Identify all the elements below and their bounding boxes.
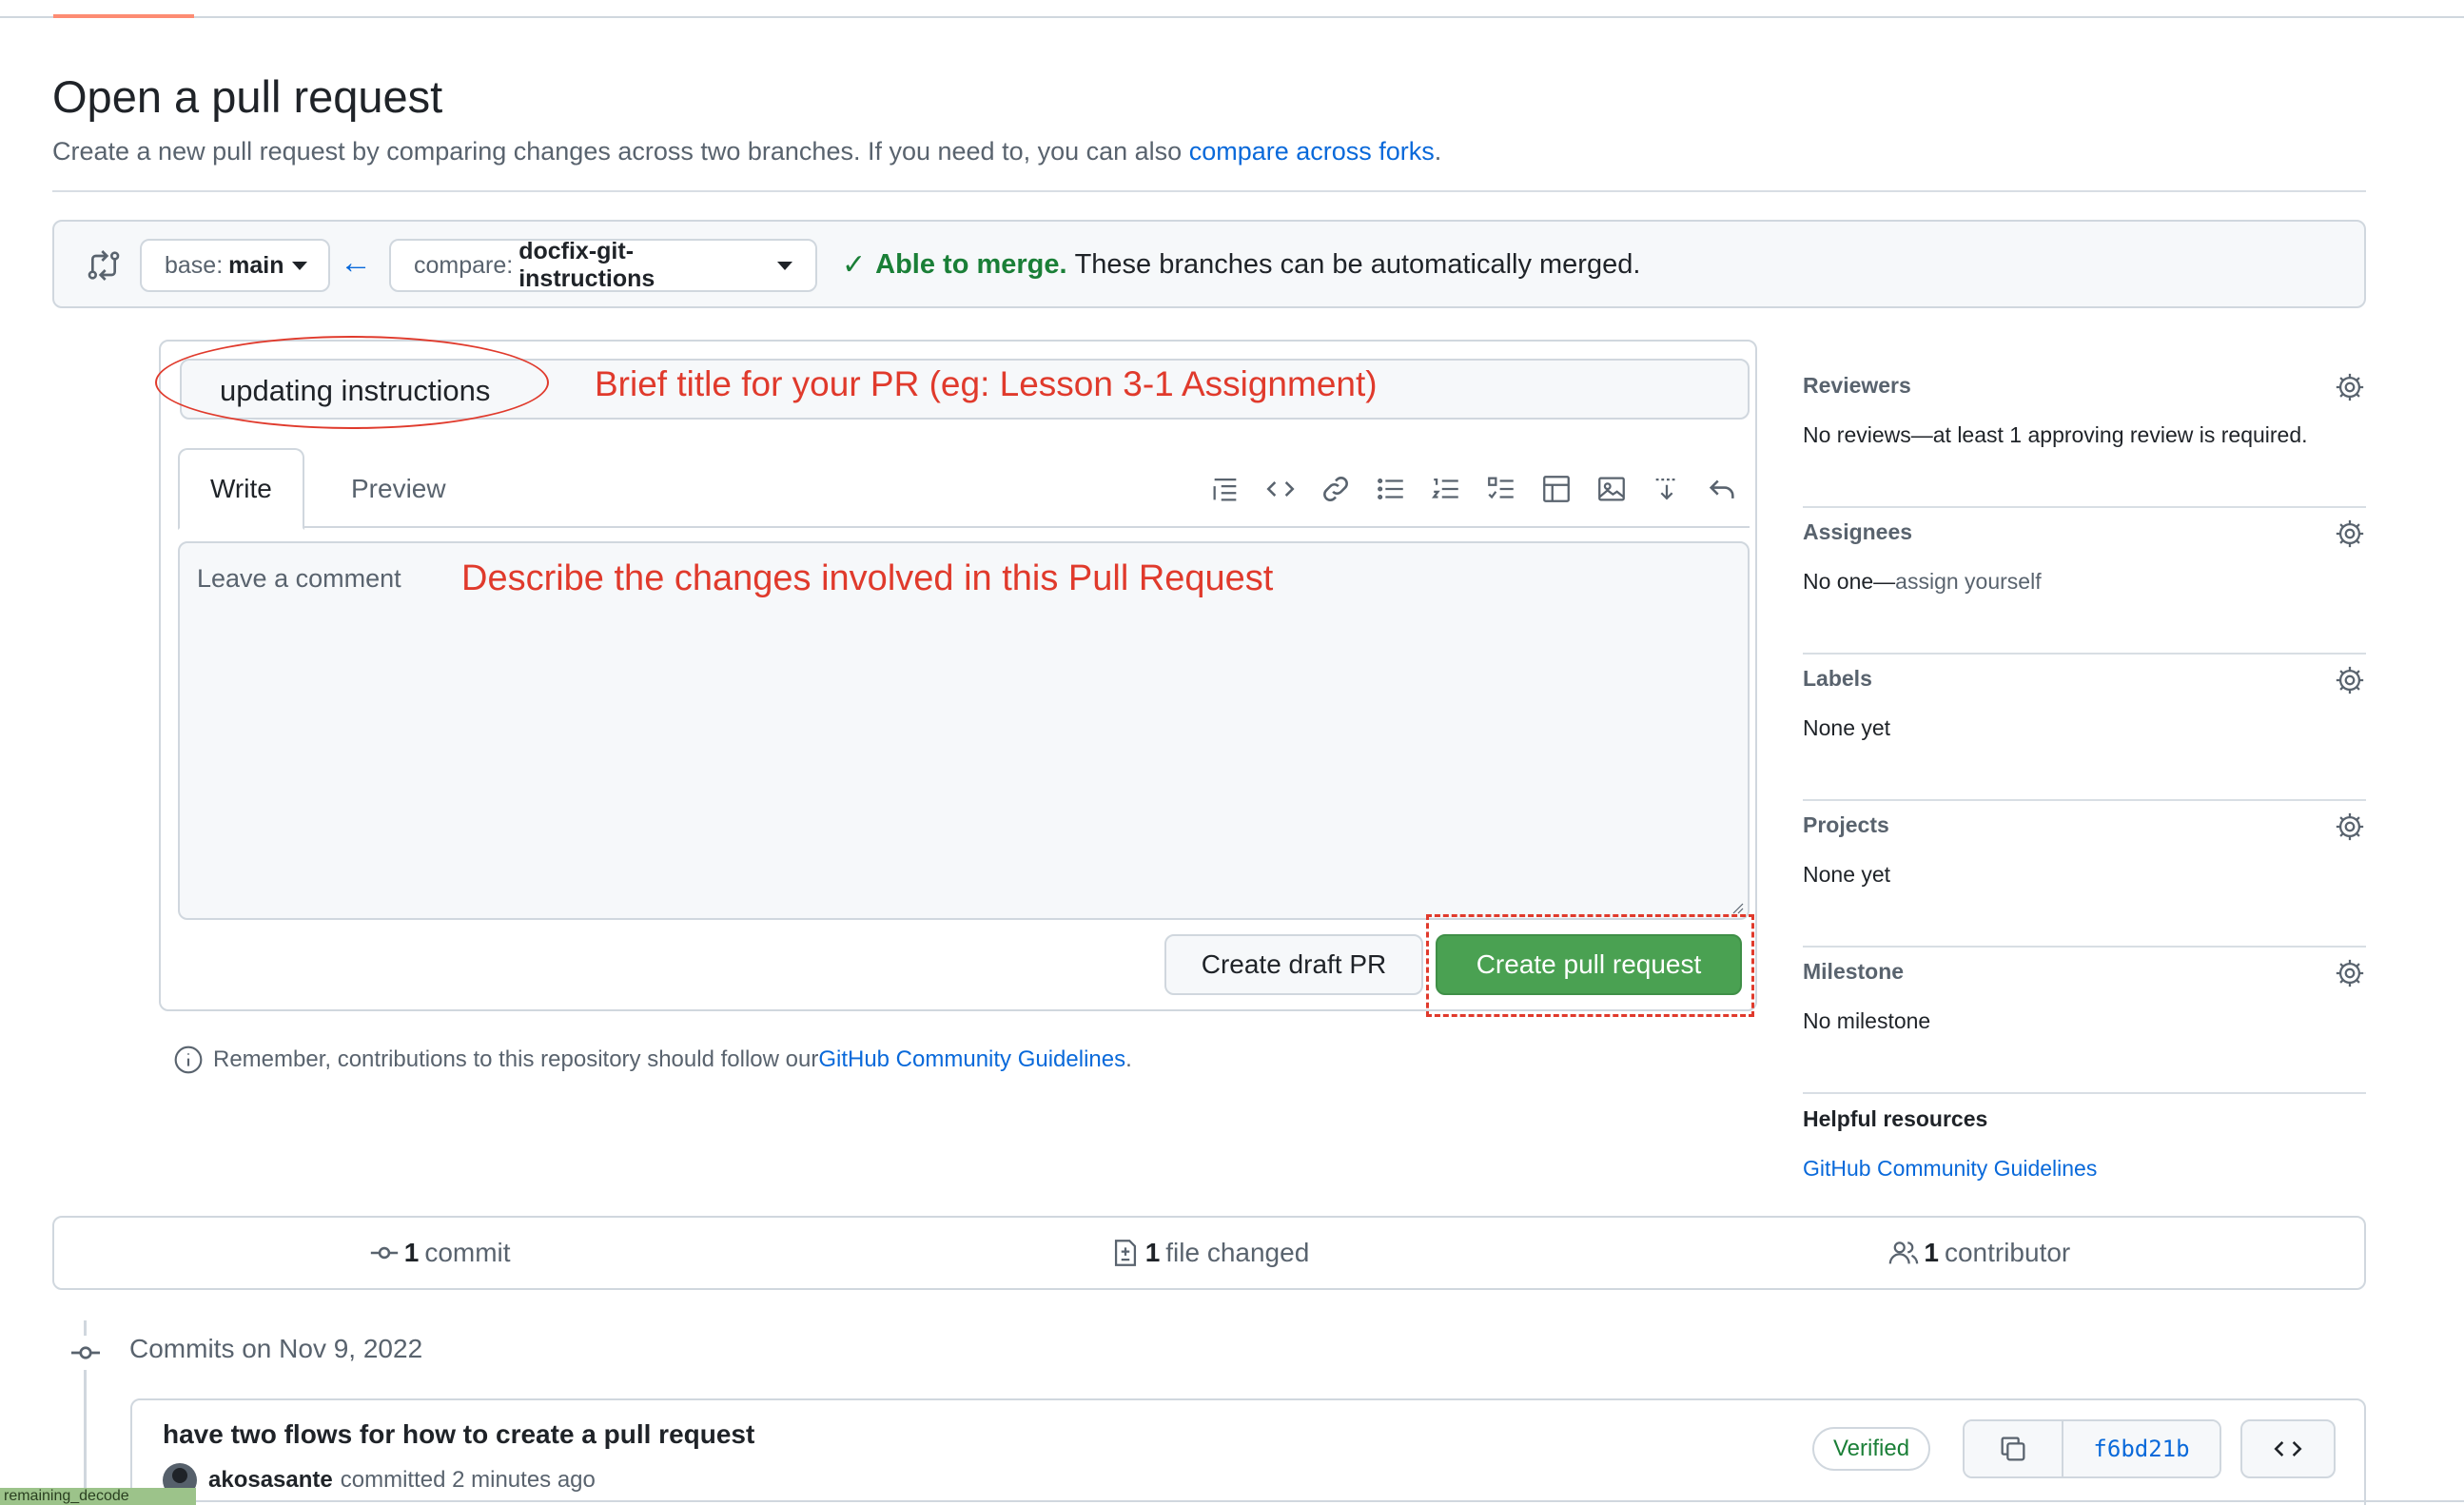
commit-meta: akosasante committed 2 minutes ago xyxy=(163,1463,596,1497)
sidebar: Reviewers No reviews—at least 1 approvin… xyxy=(1803,362,2366,1094)
copy-icon xyxy=(2001,1437,2025,1461)
undo-icon[interactable] xyxy=(1704,471,1740,507)
verified-badge[interactable]: Verified xyxy=(1812,1427,1931,1471)
mention-icon[interactable] xyxy=(1649,471,1685,507)
caret-down-icon xyxy=(291,261,307,270)
page-title: Open a pull request xyxy=(52,71,443,122)
browse-code-button[interactable] xyxy=(2240,1419,2336,1478)
sidebar-reviewers: Reviewers No reviews—at least 1 approvin… xyxy=(1803,362,2366,508)
commit-icon xyxy=(68,1336,103,1370)
code-icon[interactable] xyxy=(1262,471,1299,507)
gear-icon[interactable] xyxy=(2334,664,2366,696)
contributors-tab[interactable]: 1 contributor xyxy=(1594,1218,2364,1288)
tab-preview[interactable]: Preview xyxy=(321,448,477,530)
pr-stats-bar: 1 commit 1 file changed 1 contributor xyxy=(52,1216,2366,1290)
bottom-divider xyxy=(196,1500,2464,1502)
commit-sha-link[interactable]: f6bd21b xyxy=(2063,1421,2220,1476)
commits-date-heading: Commits on Nov 9, 2022 xyxy=(129,1334,423,1363)
commit-author-link[interactable]: akosasante xyxy=(208,1467,333,1494)
resize-handle-icon[interactable] xyxy=(1731,901,1744,914)
sidebar-guidelines-link[interactable]: GitHub Community Guidelines xyxy=(1803,1156,2097,1182)
comment-placeholder: Leave a comment xyxy=(197,564,401,593)
info-icon xyxy=(174,1046,203,1074)
gear-icon[interactable] xyxy=(2334,518,2366,550)
assign-yourself-link[interactable]: assign yourself xyxy=(1895,569,2041,594)
code-icon xyxy=(2274,1441,2302,1456)
helpful-resources-heading: Helpful resources xyxy=(1803,1106,1988,1131)
comment-textarea[interactable]: Leave a comment Describe the changes inv… xyxy=(178,541,1750,920)
sidebar-assignees: Assignees No one—assign yourself xyxy=(1803,508,2366,655)
link-icon[interactable] xyxy=(1318,471,1354,507)
gear-icon[interactable] xyxy=(2334,957,2366,989)
commits-tab[interactable]: 1 commit xyxy=(54,1218,824,1288)
create-draft-pr-button[interactable]: Create draft PR xyxy=(1164,934,1423,995)
markdown-toolbar xyxy=(1207,471,1740,507)
community-guidelines-link[interactable]: GitHub Community Guidelines xyxy=(818,1046,1125,1073)
active-tab-indicator xyxy=(53,14,194,18)
tab-write[interactable]: Write xyxy=(178,448,304,530)
divider xyxy=(52,190,2366,192)
compare-across-forks-link[interactable]: compare across forks xyxy=(1189,137,1435,166)
top-nav-underline xyxy=(0,0,2464,18)
ordered-list-icon[interactable] xyxy=(1428,471,1464,507)
bottom-status-tag: remaining_decode xyxy=(0,1488,196,1505)
heading-icon[interactable] xyxy=(1207,471,1243,507)
people-icon xyxy=(1889,1241,1919,1264)
commit-list-item: have two flows for how to create a pull … xyxy=(130,1398,2366,1505)
sidebar-milestone: Milestone No milestone xyxy=(1803,948,2366,1094)
file-diff-icon xyxy=(1114,1240,1136,1266)
compare-branch-select[interactable]: compare: docfix-git-instructions xyxy=(389,238,817,292)
check-icon: ✓ xyxy=(842,249,867,281)
sidebar-labels: Labels None yet xyxy=(1803,655,2366,801)
branch-compare-bar: base: main ← compare: docfix-git-instruc… xyxy=(52,220,2366,308)
contribution-notice: Remember, contributions to this reposito… xyxy=(173,1045,1132,1075)
git-compare-icon xyxy=(88,250,120,281)
editor-tabs: Write Preview xyxy=(178,448,1750,530)
commit-icon xyxy=(370,1246,398,1260)
image-icon[interactable] xyxy=(1594,471,1630,507)
commit-sha-group: f6bd21b xyxy=(1963,1419,2221,1478)
create-pull-request-button[interactable]: Create pull request xyxy=(1436,934,1742,995)
gear-icon[interactable] xyxy=(2334,811,2366,843)
title-annotation: Brief title for your PR (eg: Lesson 3-1 … xyxy=(595,364,1378,403)
arrow-left-icon: ← xyxy=(340,244,372,281)
pr-form: updating instructions Brief title for yo… xyxy=(155,336,1757,1017)
merge-status: ✓ Able to merge. These branches can be a… xyxy=(842,249,1641,281)
base-branch-select[interactable]: base: main xyxy=(140,239,330,292)
sidebar-projects: Projects None yet xyxy=(1803,801,2366,948)
caret-down-icon xyxy=(777,261,792,270)
table-icon[interactable] xyxy=(1538,471,1574,507)
comment-annotation: Describe the changes involved in this Pu… xyxy=(461,558,1274,598)
commit-message-link[interactable]: have two flows for how to create a pull … xyxy=(163,1419,754,1450)
files-changed-tab[interactable]: 1 file changed xyxy=(824,1218,1594,1288)
page-description: Create a new pull request by comparing c… xyxy=(52,137,1442,166)
unordered-list-icon[interactable] xyxy=(1373,471,1409,507)
task-list-icon[interactable] xyxy=(1483,471,1519,507)
gear-icon[interactable] xyxy=(2334,371,2366,403)
copy-sha-button[interactable] xyxy=(1965,1421,2063,1476)
